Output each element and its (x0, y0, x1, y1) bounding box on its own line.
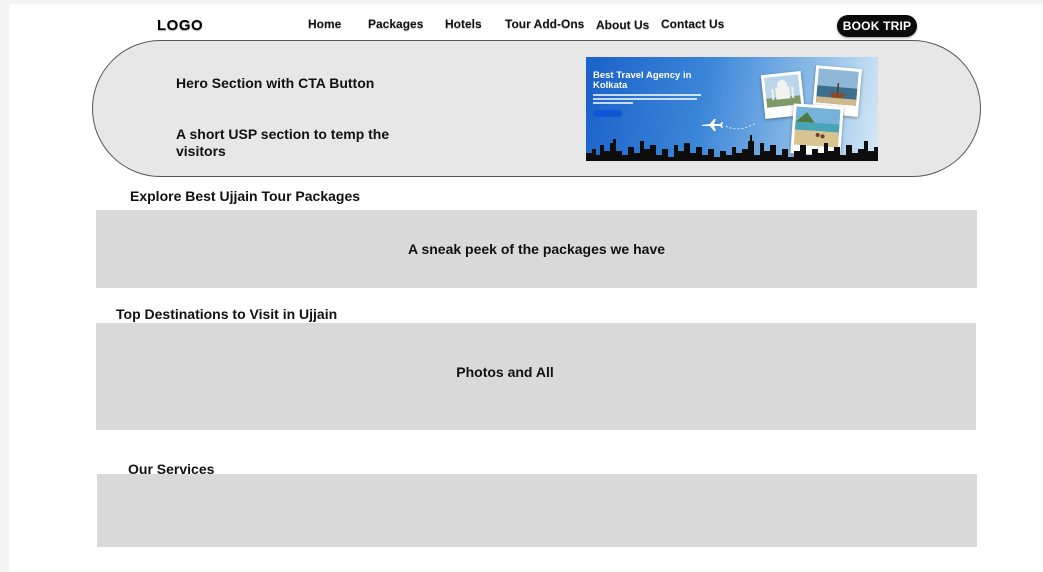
packages-section-title: Explore Best Ujjain Tour Packages (130, 188, 361, 204)
nav-home-link[interactable]: Home (308, 17, 341, 31)
packages-placeholder-block: A sneak peek of the packages we have (96, 210, 977, 288)
services-placeholder-block (97, 474, 977, 547)
logo[interactable]: LOGO (157, 17, 203, 34)
nav-hotels-link[interactable]: Hotels (445, 17, 482, 31)
city-skyline-graphic (586, 135, 878, 161)
banner-button (593, 110, 622, 117)
hero-banner-image[interactable]: Best Travel Agency in Kolkata (586, 57, 878, 161)
nav-packages-link[interactable]: Packages (368, 17, 423, 31)
packages-placeholder-text: A sneak peek of the packages we have (407, 241, 666, 257)
nav-tour-add-ons-link[interactable]: Tour Add-Ons (505, 17, 584, 31)
banner-subtext-line (593, 102, 633, 104)
banner-title: Best Travel Agency in Kolkata (593, 70, 692, 91)
destinations-placeholder-text: Photos and All (456, 363, 554, 380)
hero-usp-text: A short USP section to temp the visitors (176, 126, 390, 159)
nav-contact-us-link[interactable]: Contact Us (661, 17, 724, 31)
book-trip-button[interactable]: BOOK TRIP (837, 15, 917, 37)
banner-subtext-line (593, 94, 701, 96)
hero-heading: Hero Section with CTA Button (176, 75, 375, 91)
banner-subtext-line (593, 98, 697, 100)
nav-about-us-link[interactable]: About Us (596, 18, 649, 32)
destinations-placeholder-block: Photos and All (96, 323, 976, 430)
destinations-section-title: Top Destinations to Visit in Ujjain (116, 306, 338, 322)
